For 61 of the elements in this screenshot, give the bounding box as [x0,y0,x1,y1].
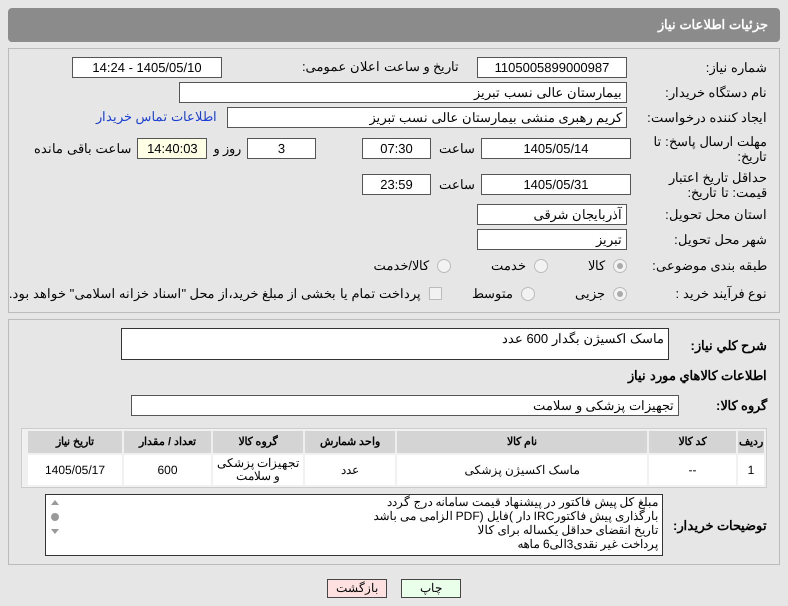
input-field[interactable]: 23:59 [362,174,431,195]
column-header: ردیف [738,431,764,453]
table-cell: -- [649,455,736,485]
field-label: نام دستگاه خریدار: [664,84,767,100]
table-cell: تجهیزات پزشکی و سلامت [213,455,303,485]
field-label: توضیحات خریدار: [672,517,767,536]
table-cell: 1405/05/17 [28,455,122,485]
notes-box[interactable]: مبلغ کل پیش فاکتور در پیشنهاد قیمت سامانه درج گردد بارگذاری پیش فاکتورIRC دار )فایل (PDF الزامی می باشد تاریخ انقضای حداقل یکساله برای کالا پرداخت غیر نقدی3الی6 ماهه [45,494,663,556]
input-field[interactable]: 1105005899000987 [477,56,627,78]
input-field[interactable]: 14:40:03 [137,138,208,159]
field-label: شماره نیاز: [704,60,767,74]
input-field[interactable]: 3 [247,138,316,159]
field-label: شهر محل تحویل: [673,232,767,246]
radio-label: جزیی [575,284,605,304]
input-field[interactable]: بیمارستان عالی نسب تبریز [179,82,627,102]
input-field[interactable]: کریم رهبری منشی بیمارستان عالی نسب تبریز [227,106,627,128]
days-label: روز و [213,140,241,158]
remaining-label: ساعت باقی مانده [34,140,132,158]
page-title: جزئیات اطلاعات نیاز [658,16,768,34]
contact-link[interactable]: اطلاعات تماس خریدار [96,107,217,127]
field-label: شرح کلي نياز: [689,336,767,355]
field-label: نوع فرآیند خرید : [674,286,767,301]
table-cell: ماسک اکسیژن پزشکی [397,455,647,485]
field-label: استان محل تحویل: [664,206,767,222]
input-field[interactable]: تبریز [477,228,627,250]
back-button[interactable]: بازگشت [327,579,387,598]
time-label: ساعت [438,176,475,194]
field-label: گروه کالا: [715,396,767,416]
field-label: مهلت ارسال پاسخ: تا تاریخ: [652,134,767,164]
radio-label: کالا/خدمت [373,256,429,275]
table-cell: عدد [305,455,395,485]
note-line: تاریخ انقضای حداقل یکساله برای کالا [476,523,658,537]
column-header: واحد شمارش [305,431,395,453]
column-header: تاریخ نیاز [28,431,122,453]
field-label: تاریخ و ساعت اعلان عمومی: [300,58,460,76]
section-heading: اطلاعات کالاهاي مورد نياز [626,366,767,385]
radio-label: کالا [588,256,605,275]
input-field[interactable]: 1405/05/10 - 14:24 [72,56,222,78]
input-field[interactable]: 1405/05/14 [481,138,631,159]
column-header: کد کالا [649,431,736,453]
radio-label: متوسط [472,284,513,304]
input-field[interactable]: تجهیزات پزشکی و سلامت [131,395,679,416]
field-label: حداقل تاریخ اعتبار قیمت: تا تاریخ: [668,170,767,200]
radio-label: خدمت [491,256,526,275]
table-cell: 1 [738,455,764,485]
column-header: گروه کالا [213,431,303,453]
table-cell: 600 [124,455,211,485]
checkbox-label: پرداخت تمام یا بخشی از مبلغ خرید،از محل "اسناد خزانه اسلامی" خواهد بود. [8,284,421,304]
time-label: ساعت [438,140,475,158]
field-label: طبقه بندی موضوعی: [651,258,767,273]
field-label: ایجاد کننده درخواست: [646,110,767,124]
column-header: نام کالا [397,431,647,453]
input-field[interactable]: 07:30 [362,138,431,159]
input-field[interactable]: 1405/05/31 [481,174,631,195]
note-line: پرداخت غیر نقدی3الی6 ماهه [516,537,658,551]
note-line: مبلغ کل پیش فاکتور در پیشنهاد قیمت سامانه درج گردد [386,495,658,509]
input-field[interactable]: آذربایجان شرقی [477,204,627,224]
print-button[interactable]: چاپ [401,579,461,598]
note-line: بارگذاری پیش فاکتورIRC دار )فایل (PDF الزامی می باشد [372,509,658,523]
column-header: تعداد / مقدار [124,431,211,453]
description-box[interactable]: ماسک اکسیژن بگدار 600 عدد [121,328,669,360]
